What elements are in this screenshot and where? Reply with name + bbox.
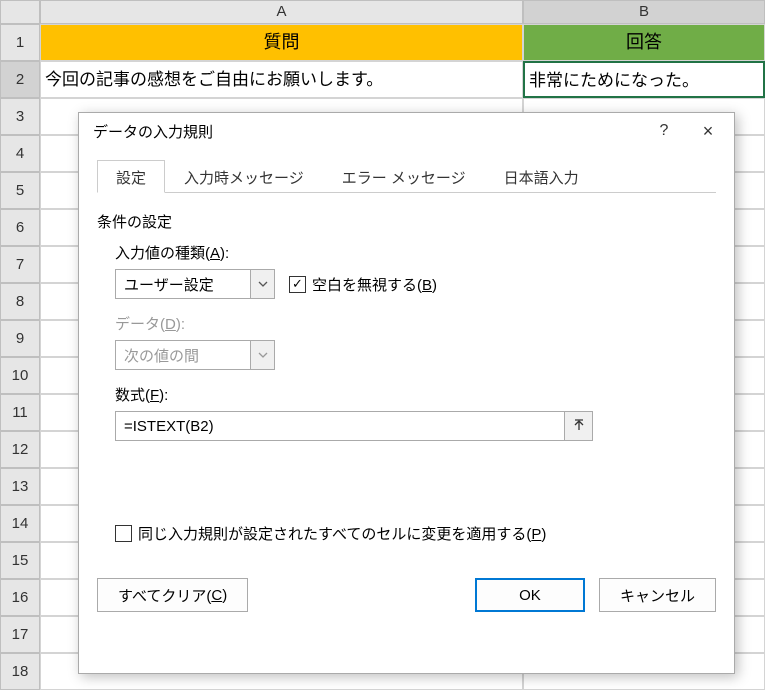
row-header-7[interactable]: 7: [0, 246, 40, 283]
row-header-18[interactable]: 18: [0, 653, 40, 690]
row-header-2[interactable]: 2: [0, 61, 40, 98]
range-picker-button[interactable]: [564, 412, 592, 440]
tab-error-message[interactable]: エラー メッセージ: [323, 160, 485, 193]
criteria-section-label: 条件の設定: [97, 211, 716, 232]
formula-label: 数式(F):: [115, 384, 716, 405]
checkbox-icon: [115, 525, 132, 542]
clear-all-button[interactable]: すべてクリア(C): [97, 578, 248, 612]
allow-select[interactable]: ユーザー設定: [115, 269, 275, 299]
dialog-titlebar[interactable]: データの入力規則 ? ×: [79, 113, 734, 149]
data-select: 次の値の間: [115, 340, 275, 370]
cell-b2[interactable]: 非常にためになった。: [523, 61, 765, 98]
row-header-8[interactable]: 8: [0, 283, 40, 320]
select-all-corner[interactable]: [0, 0, 40, 24]
col-header-b[interactable]: B: [523, 0, 765, 24]
tab-input-message[interactable]: 入力時メッセージ: [165, 160, 323, 193]
row-header-14[interactable]: 14: [0, 505, 40, 542]
tab-ime[interactable]: 日本語入力: [485, 160, 598, 193]
row-header-17[interactable]: 17: [0, 616, 40, 653]
collapse-dialog-icon: [572, 418, 586, 435]
row-header-12[interactable]: 12: [0, 431, 40, 468]
cell-b1[interactable]: 回答: [523, 24, 765, 61]
data-select-value: 次の値の間: [116, 345, 250, 366]
close-button[interactable]: ×: [686, 116, 730, 146]
data-validation-dialog: データの入力規則 ? × 設定 入力時メッセージ エラー メッセージ 日本語入力…: [78, 112, 735, 674]
chevron-down-icon: [250, 270, 274, 298]
data-label: データ(D):: [115, 313, 716, 334]
cancel-button[interactable]: キャンセル: [599, 578, 716, 612]
apply-all-label: 同じ入力規則が設定されたすべてのセルに変更を適用する(P): [138, 523, 546, 544]
row-header-4[interactable]: 4: [0, 135, 40, 172]
help-button[interactable]: ?: [642, 116, 686, 146]
ignore-blank-checkbox[interactable]: ✓ 空白を無視する(B): [289, 274, 437, 295]
ignore-blank-label: 空白を無視する(B): [312, 274, 437, 295]
row-header-11[interactable]: 11: [0, 394, 40, 431]
dialog-tabs: 設定 入力時メッセージ エラー メッセージ 日本語入力: [97, 159, 716, 193]
col-header-a[interactable]: A: [40, 0, 523, 24]
checkbox-icon: ✓: [289, 276, 306, 293]
row-header-3[interactable]: 3: [0, 98, 40, 135]
allow-label: 入力値の種類(A):: [115, 242, 716, 263]
row-header-1[interactable]: 1: [0, 24, 40, 61]
formula-input-wrapper: [115, 411, 593, 441]
row-header-16[interactable]: 16: [0, 579, 40, 616]
apply-all-checkbox[interactable]: 同じ入力規則が設定されたすべてのセルに変更を適用する(P): [115, 523, 716, 544]
ok-button[interactable]: OK: [475, 578, 585, 612]
cell-a1[interactable]: 質問: [40, 24, 523, 61]
tab-settings[interactable]: 設定: [97, 160, 165, 193]
allow-select-value: ユーザー設定: [116, 274, 250, 295]
formula-input[interactable]: [116, 412, 564, 440]
row-header-15[interactable]: 15: [0, 542, 40, 579]
row-header-10[interactable]: 10: [0, 357, 40, 394]
row-header-13[interactable]: 13: [0, 468, 40, 505]
row-header-5[interactable]: 5: [0, 172, 40, 209]
row-header-9[interactable]: 9: [0, 320, 40, 357]
chevron-down-icon: [250, 341, 274, 369]
row-header-6[interactable]: 6: [0, 209, 40, 246]
dialog-title: データの入力規則: [93, 121, 642, 142]
cell-a2[interactable]: 今回の記事の感想をご自由にお願いします。: [40, 61, 523, 98]
